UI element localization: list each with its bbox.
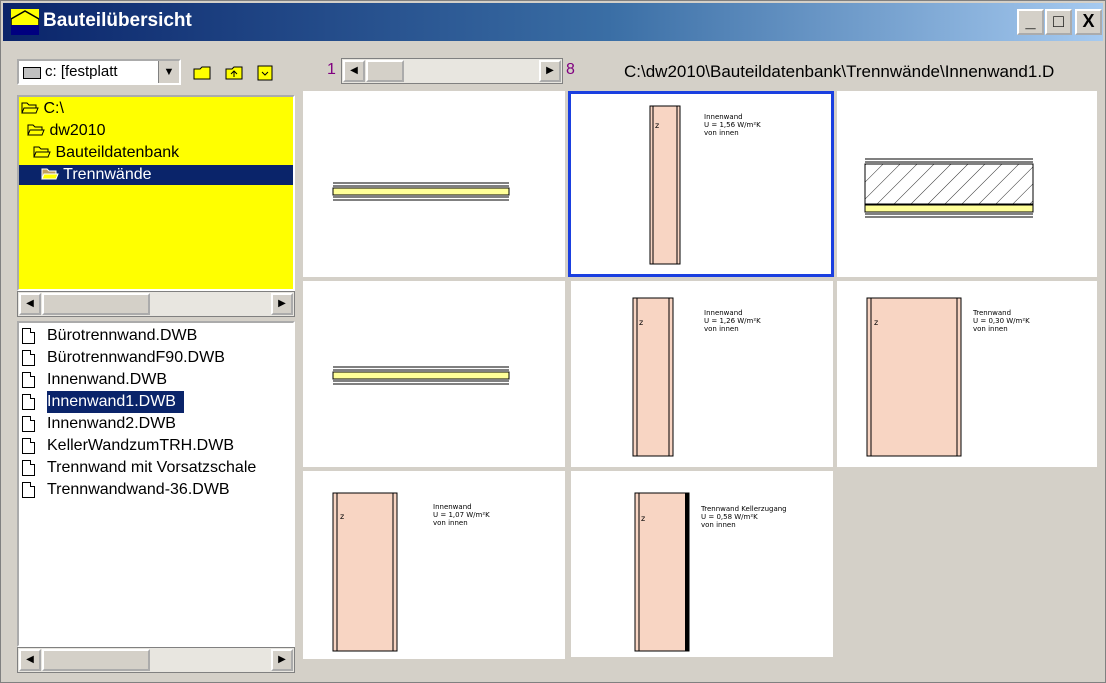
thumbnail[interactable] bbox=[303, 281, 565, 467]
drive-select[interactable]: c: [festplatt ▼ bbox=[17, 59, 181, 85]
thumbnail[interactable]: z Innenwand U = 1,56 W/m²K von innen bbox=[568, 91, 834, 277]
file-name: BürotrennwandF90.DWB bbox=[47, 349, 225, 366]
z-label: z bbox=[655, 121, 659, 130]
tree-node-trennwaende[interactable]: Trennwände bbox=[19, 165, 293, 185]
document-icon bbox=[22, 460, 35, 476]
app-icon bbox=[11, 9, 39, 35]
file-name: Innenwand1.DWB bbox=[47, 391, 184, 413]
file-name: KellerWandzumTRH.DWB bbox=[47, 437, 234, 454]
chevron-down-icon[interactable]: ▼ bbox=[158, 61, 179, 83]
document-icon bbox=[22, 394, 35, 410]
wall-section-drawing: z bbox=[634, 492, 690, 652]
wall-section-drawing bbox=[332, 366, 510, 385]
file-name: Innenwand2.DWB bbox=[47, 415, 176, 432]
scroll-right-arrow[interactable]: ▶ bbox=[271, 293, 293, 315]
refresh-icon[interactable] bbox=[255, 65, 275, 81]
document-icon bbox=[22, 416, 35, 432]
z-label: z bbox=[641, 514, 645, 523]
open-folder-icon[interactable] bbox=[193, 65, 213, 81]
preview-toolbar: 1 ◀ ▶ 8 C:\dw2010\Bauteildatenbank\Trenn… bbox=[301, 51, 1099, 91]
open-folder-icon bbox=[41, 168, 59, 180]
file-name: Innenwand.DWB bbox=[47, 371, 168, 388]
file-list-item[interactable]: Trennwandwand-36.DWB bbox=[19, 479, 293, 501]
wall-section-drawing: z bbox=[332, 492, 398, 652]
right-panel: 1 ◀ ▶ 8 C:\dw2010\Bauteildatenbank\Trenn… bbox=[301, 51, 1099, 681]
page-last-number: 8 bbox=[566, 61, 575, 78]
file-list-item[interactable]: Bürotrennwand.DWB bbox=[19, 325, 293, 347]
title-bar[interactable]: Bauteilübersicht _ □ X bbox=[3, 3, 1103, 41]
maximize-button[interactable]: □ bbox=[1045, 9, 1072, 35]
scroll-left-arrow[interactable]: ◀ bbox=[19, 649, 41, 671]
scroll-thumb[interactable] bbox=[42, 649, 150, 671]
file-name: Trennwand mit Vorsatzschale bbox=[47, 459, 257, 476]
wall-section-drawing bbox=[864, 158, 1034, 218]
thumbnail[interactable] bbox=[303, 91, 565, 277]
file-list-item[interactable]: Innenwand2.DWB bbox=[19, 413, 293, 435]
folder-up-icon[interactable] bbox=[225, 65, 245, 81]
left-panel: c: [festplatt ▼ C:\ dw2010 Bauteildatenb… bbox=[13, 51, 299, 681]
scroll-thumb[interactable] bbox=[42, 293, 150, 315]
page-first-number: 1 bbox=[327, 61, 336, 78]
thumb-label: Trennwand Kellerzugang U = 0,58 W/m²K von … bbox=[701, 505, 787, 529]
tree-node-bauteildatenbank[interactable]: Bauteildatenbank bbox=[33, 143, 179, 163]
main-window: Bauteilübersicht _ □ X c: [festplatt ▼ C… bbox=[0, 0, 1106, 683]
scroll-right-arrow[interactable]: ▶ bbox=[539, 60, 561, 82]
file-list-item[interactable]: KellerWandzumTRH.DWB bbox=[19, 435, 293, 457]
scroll-left-arrow[interactable]: ◀ bbox=[19, 293, 41, 315]
open-folder-icon bbox=[33, 146, 51, 158]
file-name: Trennwandwand-36.DWB bbox=[47, 481, 230, 498]
open-folder-icon bbox=[27, 124, 45, 136]
scroll-left-arrow[interactable]: ◀ bbox=[343, 60, 365, 82]
tree-node-label: Bauteildatenbank bbox=[55, 144, 180, 161]
wall-section-drawing bbox=[332, 182, 510, 201]
z-label: z bbox=[340, 512, 344, 521]
tree-node-label: Trennwände bbox=[63, 166, 152, 183]
thumb-label: Innenwand U = 1,07 W/m²K von innen bbox=[433, 503, 490, 527]
minimize-button[interactable]: _ bbox=[1017, 9, 1044, 35]
open-folder-icon bbox=[21, 102, 39, 114]
document-icon bbox=[22, 438, 35, 454]
file-list-item[interactable]: BürotrennwandF90.DWB bbox=[19, 347, 293, 369]
file-path: C:\dw2010\Bauteildatenbank\Trennwände\In… bbox=[624, 62, 1055, 81]
document-icon bbox=[22, 372, 35, 388]
tree-node-dw2010[interactable]: dw2010 bbox=[27, 121, 106, 141]
drive-label: c: [festplatt bbox=[45, 63, 118, 80]
z-label: z bbox=[874, 318, 878, 327]
tree-hscrollbar[interactable]: ◀ ▶ bbox=[17, 291, 295, 317]
document-icon bbox=[22, 482, 35, 498]
file-name: Bürotrennwand.DWB bbox=[47, 327, 198, 344]
wall-section-drawing: z bbox=[649, 105, 681, 265]
thumbnail[interactable]: z Innenwand U = 1,07 W/m²K von innen bbox=[303, 471, 565, 659]
wall-section-drawing: z bbox=[632, 297, 674, 457]
wall-section-drawing: z bbox=[866, 297, 962, 457]
tree-node-label: C:\ bbox=[43, 100, 64, 117]
tree-node-c[interactable]: C:\ bbox=[21, 99, 64, 119]
thumbnail-grid: z Innenwand U = 1,56 W/m²K von innen z I… bbox=[303, 91, 1097, 679]
page-scrollbar[interactable]: ◀ ▶ bbox=[341, 58, 563, 84]
window-title: Bauteilübersicht bbox=[43, 10, 192, 31]
file-list-item[interactable]: Trennwand mit Vorsatzschale bbox=[19, 457, 293, 479]
scroll-right-arrow[interactable]: ▶ bbox=[271, 649, 293, 671]
thumb-label: Innenwand U = 1,26 W/m²K von innen bbox=[704, 309, 761, 333]
close-button[interactable]: X bbox=[1075, 9, 1102, 35]
thumb-label: Innenwand U = 1,56 W/m²K von innen bbox=[704, 113, 761, 137]
file-list-item[interactable]: Innenwand.DWB bbox=[19, 369, 293, 391]
file-list-item[interactable]: Innenwand1.DWB bbox=[19, 391, 293, 413]
thumbnail[interactable]: z Innenwand U = 1,26 W/m²K von innen bbox=[571, 281, 833, 467]
thumb-label: Trennwand U = 0,30 W/m²K von innen bbox=[973, 309, 1030, 333]
thumbnail[interactable] bbox=[837, 91, 1097, 277]
z-label: z bbox=[639, 318, 643, 327]
file-list[interactable]: Bürotrennwand.DWB BürotrennwandF90.DWB I… bbox=[17, 321, 295, 647]
scroll-thumb[interactable] bbox=[366, 60, 404, 82]
folder-tree[interactable]: C:\ dw2010 Bauteildatenbank Trennwände bbox=[17, 95, 295, 291]
document-icon bbox=[22, 328, 35, 344]
thumbnail[interactable]: z Trennwand U = 0,30 W/m²K von innen bbox=[837, 281, 1097, 467]
document-icon bbox=[22, 350, 35, 366]
files-hscrollbar[interactable]: ◀ ▶ bbox=[17, 647, 295, 673]
tree-node-label: dw2010 bbox=[49, 122, 106, 139]
drive-icon bbox=[23, 67, 41, 79]
thumbnail[interactable]: z Trennwand Kellerzugang U = 0,58 W/m²K vo… bbox=[571, 471, 833, 657]
